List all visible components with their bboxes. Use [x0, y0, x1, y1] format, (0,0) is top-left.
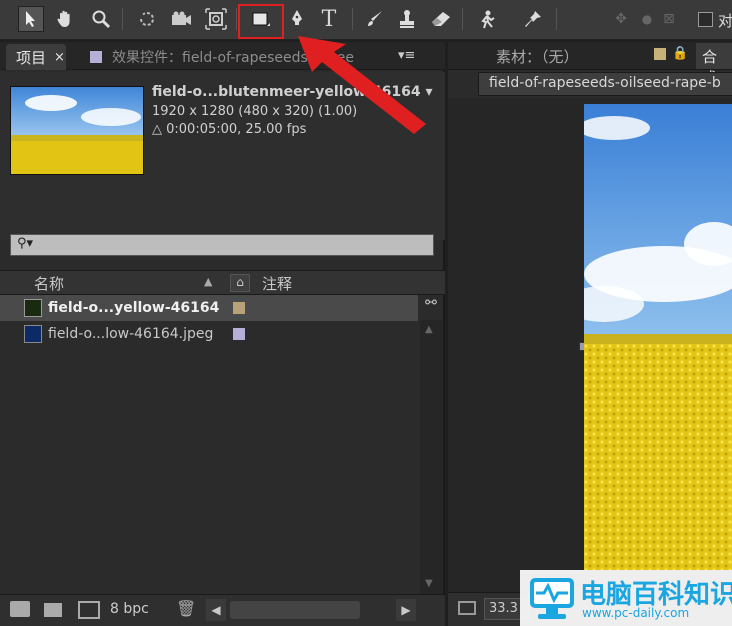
- monitor-icon: [530, 578, 574, 619]
- annotation-arrow: [298, 36, 426, 134]
- watermark-logo: 电脑百科知识 www.pc-daily.com: [520, 570, 732, 626]
- watermark-url: www.pc-daily.com: [582, 606, 690, 620]
